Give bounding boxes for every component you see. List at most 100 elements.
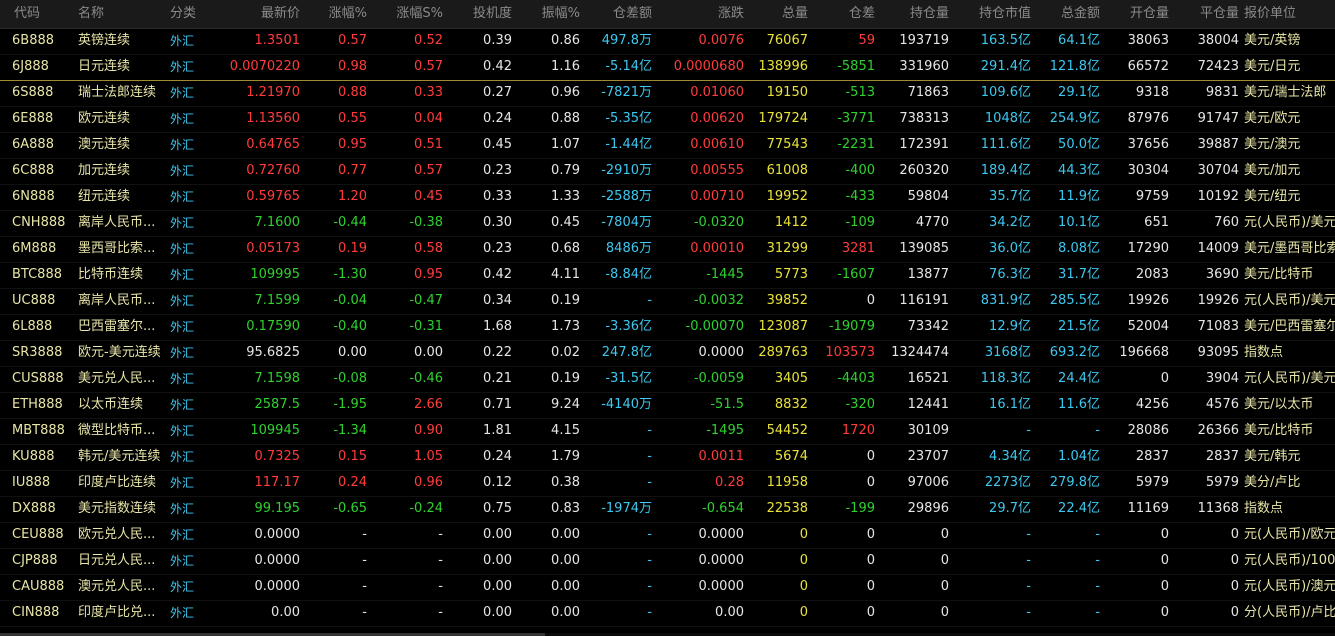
quote-row[interactable]: CUS888 美元兑人民... 外汇 7.1598 -0.08 -0.46 0.21 0.19… [0,366,1335,393]
column-header-oi-value[interactable]: 持仓市值 [949,0,1031,28]
cell-cat: 外汇 [170,450,195,464]
cell-vol: 61008 [766,163,808,178]
quote-row[interactable]: KU888 韩元/美元连续 外汇 0.7325 0.15 1.05 0.24 1.79 - 0.0… [0,444,1335,471]
cell-spec: 0.24 [483,111,512,126]
column-header-open-interest[interactable]: 持仓量 [875,0,949,28]
cell-amount: - [1095,579,1100,594]
quote-row[interactable]: MBT888 微型比特币... 外汇 109945 -1.34 0.90 1.81 4.15 -… [0,418,1335,445]
quote-row[interactable]: BTC888 比特币连续 外汇 109995 -1.30 0.95 0.42 4.11 -8.8… [0,262,1335,289]
cell-chgs: 0.58 [414,241,443,256]
column-header-close-volume[interactable]: 平仓量 [1169,0,1239,28]
cell-spec: 0.27 [483,85,512,100]
quote-row[interactable]: CEU888 欧元兑人民... 外汇 0.0000 - - 0.00 0.00 - 0.0000 0… [0,522,1335,549]
cell-oidiff: - [647,605,652,620]
cell-name: 巴西雷塞尔... [78,319,156,334]
quote-row[interactable]: 6M888 墨西哥比索... 外汇 0.05173 0.19 0.58 0.23 0.68 84… [0,236,1335,263]
column-header-code[interactable]: 代码 [12,0,74,28]
cell-chgs: 0.33 [414,85,443,100]
cell-chg: 0.00 [338,345,367,360]
cell-vol: 31299 [766,241,808,256]
cell-chg: - [362,527,367,542]
cell-close: 0 [1230,527,1239,542]
cell-close: 11368 [1197,501,1239,516]
cell-spec: 0.24 [483,449,512,464]
quote-row[interactable]: DX888 美元指数连续 外汇 99.195 -0.65 -0.24 0.75 0.83 -19… [0,496,1335,523]
quote-row[interactable]: 6S888 瑞士法郎连续 外汇 1.21970 0.88 0.33 0.27 0.96 -782… [0,80,1335,107]
quote-row[interactable]: CIN888 印度卢比兑... 外汇 0.00 - - 0.00 0.00 - 0.00 0 0 0 - -… [0,600,1335,627]
cell-vol: 0 [799,605,808,620]
cell-unit: 美元/韩元 [1244,449,1301,464]
quote-row[interactable]: 6J888 日元连续 外汇 0.0070220 0.98 0.57 0.42 1.16 -5.1… [0,54,1335,81]
cell-updown: 0.28 [715,475,744,490]
cell-vol: 289763 [758,345,808,360]
cell-cat: 外汇 [170,242,195,256]
cell-cat: 外汇 [170,476,195,490]
quote-row[interactable]: 6L888 巴西雷塞尔... 外汇 0.17590 -0.40 -0.31 1.68 1.73… [0,314,1335,341]
cell-chg: - [362,553,367,568]
cell-amp: 0.38 [551,475,580,490]
cell-oival: 16.1亿 [989,397,1031,412]
cell-chgs: - [438,553,443,568]
cell-oival: - [1026,527,1031,542]
cell-spec: 0.30 [483,215,512,230]
column-header-last-price[interactable]: 最新价 [210,0,300,28]
cell-close: 0 [1230,605,1239,620]
column-header-oi-diff-amount[interactable]: 仓差额 [580,0,652,28]
cell-chg: -1.95 [333,397,367,412]
column-header-change-s-pct[interactable]: 涨幅S% [367,0,443,28]
quote-row[interactable]: CJP888 日元兑人民... 外汇 0.0000 - - 0.00 0.00 - 0.0000 0… [0,548,1335,575]
cell-code: 6C888 [12,163,55,178]
column-header-category[interactable]: 分类 [170,0,210,28]
cell-price: 117.17 [254,475,301,490]
column-header-open-volume[interactable]: 开仓量 [1100,0,1169,28]
cell-oi: 0 [940,527,949,542]
cell-close: 0 [1230,553,1239,568]
quote-row[interactable]: IU888 印度卢比连续 外汇 117.17 0.24 0.96 0.12 0.38 - 0.28… [0,470,1335,497]
cell-oidiff: - [647,579,652,594]
quote-row[interactable]: CAU888 澳元兑人民... 外汇 0.0000 - - 0.00 0.00 - 0.0000 0… [0,574,1335,601]
quote-row[interactable]: 6C888 加元连续 外汇 0.72760 0.77 0.57 0.23 0.79 -2910万… [0,158,1335,185]
quote-row[interactable]: 6N888 纽元连续 外汇 0.59765 1.20 0.45 0.33 1.33 -2588万… [0,184,1335,211]
column-header-change-pct[interactable]: 涨幅% [300,0,367,28]
cell-oival: - [1026,423,1031,438]
cell-posdiff: 3281 [841,241,875,256]
cell-chg: -1.30 [333,267,367,282]
quote-row[interactable]: CNH888 离岸人民币... 外汇 7.1600 -0.44 -0.38 0.30 0.45… [0,210,1335,237]
cell-chgs: 0.51 [414,137,443,152]
quote-row[interactable]: ETH888 以太币连续 外汇 2587.5 -1.95 2.66 0.71 9.24 -414… [0,392,1335,419]
quote-row[interactable]: 6E888 欧元连续 外汇 1.13560 0.55 0.04 0.24 0.88 -5.35亿… [0,106,1335,133]
cell-chgs: 0.57 [414,163,443,178]
cell-amp: 1.73 [551,319,580,334]
cell-updown: -1445 [706,267,744,282]
cell-updown: 0.00710 [690,189,744,204]
cell-close: 3690 [1205,267,1239,282]
cell-open: 19926 [1127,293,1169,308]
column-header-quote-unit[interactable]: 报价单位 [1244,0,1335,28]
quote-row[interactable]: UC888 离岸人民币... 外汇 7.1599 -0.04 -0.47 0.34 0.19 -… [0,288,1335,315]
cell-oival: 76.3亿 [989,267,1031,282]
cell-code: CUS888 [12,371,64,386]
column-header-oi-diff[interactable]: 仓差 [808,0,875,28]
cell-updown: 0.00610 [690,137,744,152]
column-header-amplitude[interactable]: 振幅% [512,0,580,28]
quote-row[interactable]: SR3888 欧元-美元连续 外汇 95.6825 0.00 0.00 0.22 0.02 24… [0,340,1335,367]
column-header-name[interactable]: 名称 [78,0,162,28]
cell-oi: 73342 [907,319,949,334]
cell-name: 澳元兑人民... [78,579,156,594]
quote-row[interactable]: 6A888 澳元连续 外汇 0.64765 0.95 0.51 0.45 1.07 -1.44亿… [0,132,1335,159]
cell-chg: -0.40 [333,319,367,334]
cell-unit: 美元/英镑 [1244,33,1301,48]
column-header-turnover[interactable]: 总金额 [1031,0,1100,28]
column-header-speculation[interactable]: 投机度 [443,0,512,28]
cell-code: CNH888 [12,215,66,230]
cell-oi: 97006 [907,475,949,490]
quote-row[interactable]: 6B888 英镑连续 外汇 1.3501 0.57 0.52 0.39 0.86 497.8万 0… [0,28,1335,55]
cell-chgs: 0.04 [414,111,443,126]
cell-oi: 331960 [899,59,949,74]
cell-name: 印度卢比兑... [78,605,156,620]
cell-amp: 0.02 [551,345,580,360]
cell-unit: 美元/以太币 [1244,397,1314,412]
column-header-price-change[interactable]: 涨跌 [652,0,744,28]
column-header-volume[interactable]: 总量 [744,0,808,28]
cell-code: 6J888 [12,59,49,74]
